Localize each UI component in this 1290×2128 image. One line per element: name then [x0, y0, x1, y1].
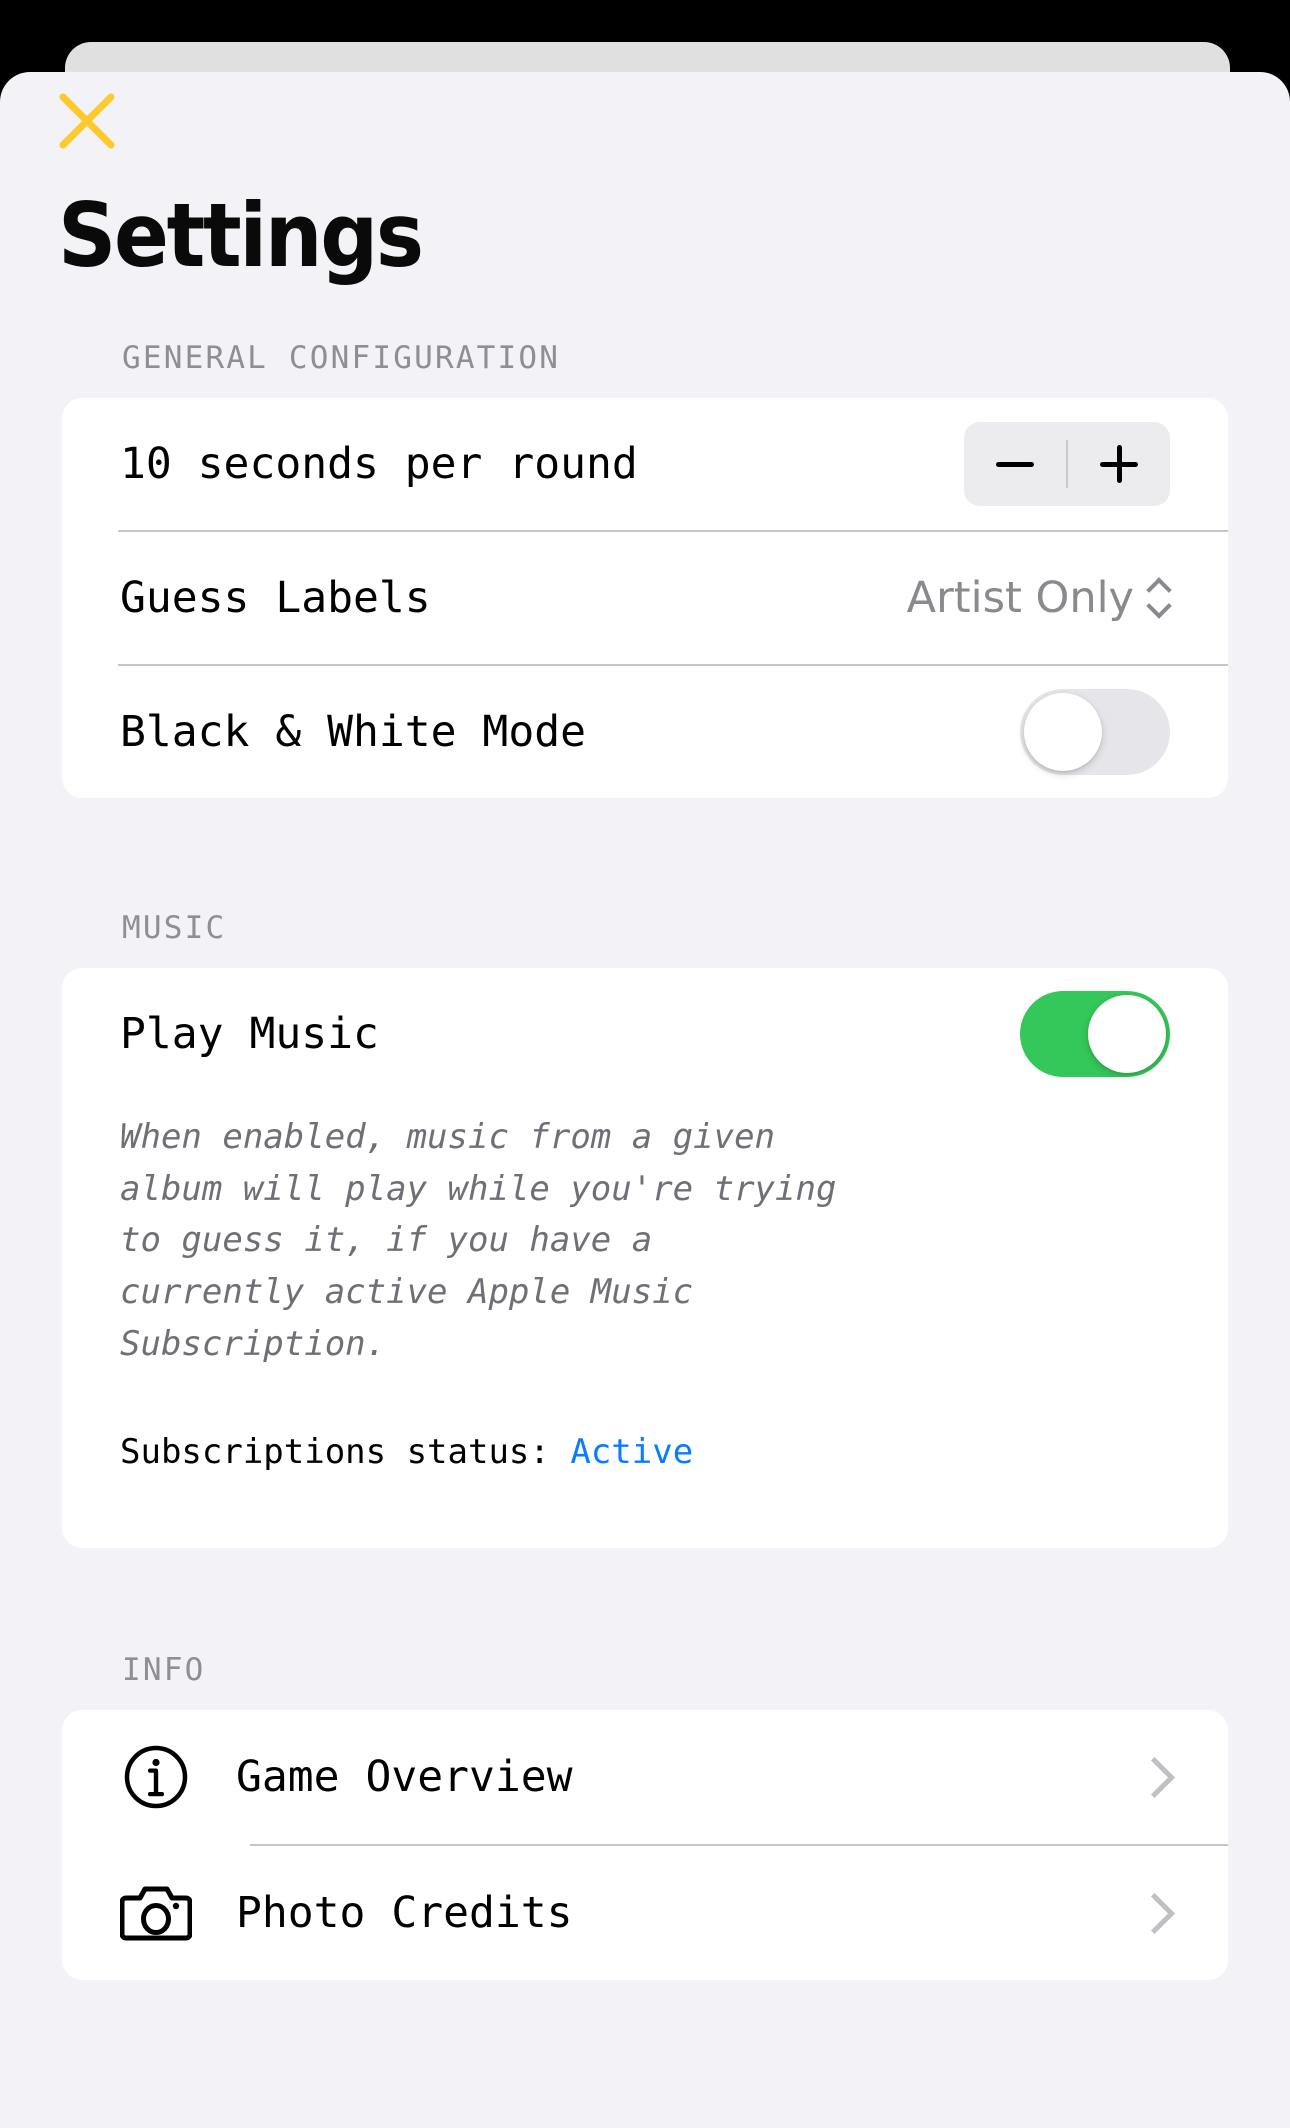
chevron-right-icon	[1138, 1756, 1162, 1798]
toggle-knob	[1088, 995, 1166, 1073]
chevron-up-down-icon	[1148, 578, 1170, 618]
close-icon[interactable]	[48, 82, 126, 160]
play-music-toggle[interactable]	[1020, 991, 1170, 1077]
music-description: When enabled, music from a given album w…	[120, 1117, 837, 1364]
general-card: 10 seconds per round Guess Labels Artist…	[62, 398, 1228, 798]
section-header-general: GENERAL CONFIGURATION	[122, 340, 561, 376]
photo-credits-label: Photo Credits	[236, 1888, 573, 1939]
subscription-status-label: Subscriptions status:	[120, 1432, 571, 1473]
row-play-music[interactable]: Play Music	[62, 968, 1228, 1100]
row-photo-credits[interactable]: Photo Credits	[62, 1846, 1228, 1980]
section-music: MUSIC Play Music When enabled, music fro…	[0, 910, 1290, 1549]
info-circle-icon	[120, 1741, 192, 1813]
row-game-overview[interactable]: Game Overview	[62, 1710, 1228, 1844]
stepper-decrement-button[interactable]	[964, 422, 1066, 506]
round-duration-stepper[interactable]	[964, 422, 1170, 506]
settings-content: GENERAL CONFIGURATION 10 seconds per rou…	[0, 340, 1290, 1981]
subscription-status-value: Active	[570, 1432, 694, 1473]
guess-labels-value: Artist Only	[906, 573, 1134, 623]
stepper-increment-button[interactable]	[1068, 422, 1170, 506]
app-screen: Settings GENERAL CONFIGURATION 10 second…	[0, 0, 1290, 2128]
play-music-label: Play Music	[120, 1009, 379, 1059]
minus-icon	[996, 461, 1034, 467]
round-duration-label: 10 seconds per round	[120, 439, 638, 489]
black-white-mode-toggle[interactable]	[1020, 689, 1170, 775]
chevron-right-icon	[1138, 1892, 1162, 1934]
section-header-info: INFO	[122, 1652, 206, 1689]
row-guess-labels[interactable]: Guess Labels Artist Only	[62, 532, 1228, 664]
subscription-status: Subscriptions status: Active	[120, 1370, 1170, 1548]
section-info: INFO Game Overview Photo Credits	[0, 1652, 1290, 1981]
plus-icon	[1100, 445, 1138, 483]
info-card: Game Overview Photo Credits	[62, 1710, 1228, 1981]
music-card: Play Music When enabled, music from a gi…	[62, 968, 1228, 1549]
page-title: Settings	[58, 184, 424, 287]
camera-icon	[120, 1877, 192, 1949]
row-round-duration[interactable]: 10 seconds per round	[62, 398, 1228, 530]
music-description-block: When enabled, music from a given album w…	[62, 1100, 1228, 1548]
game-overview-label: Game Overview	[236, 1752, 573, 1803]
section-general: GENERAL CONFIGURATION 10 seconds per rou…	[0, 340, 1290, 798]
guess-labels-picker[interactable]: Artist Only	[907, 573, 1170, 623]
black-white-mode-label: Black & White Mode	[120, 707, 586, 757]
section-header-music: MUSIC	[122, 910, 227, 946]
toggle-knob	[1024, 693, 1102, 771]
guess-labels-label: Guess Labels	[120, 573, 431, 623]
row-black-white-mode[interactable]: Black & White Mode	[62, 666, 1228, 798]
